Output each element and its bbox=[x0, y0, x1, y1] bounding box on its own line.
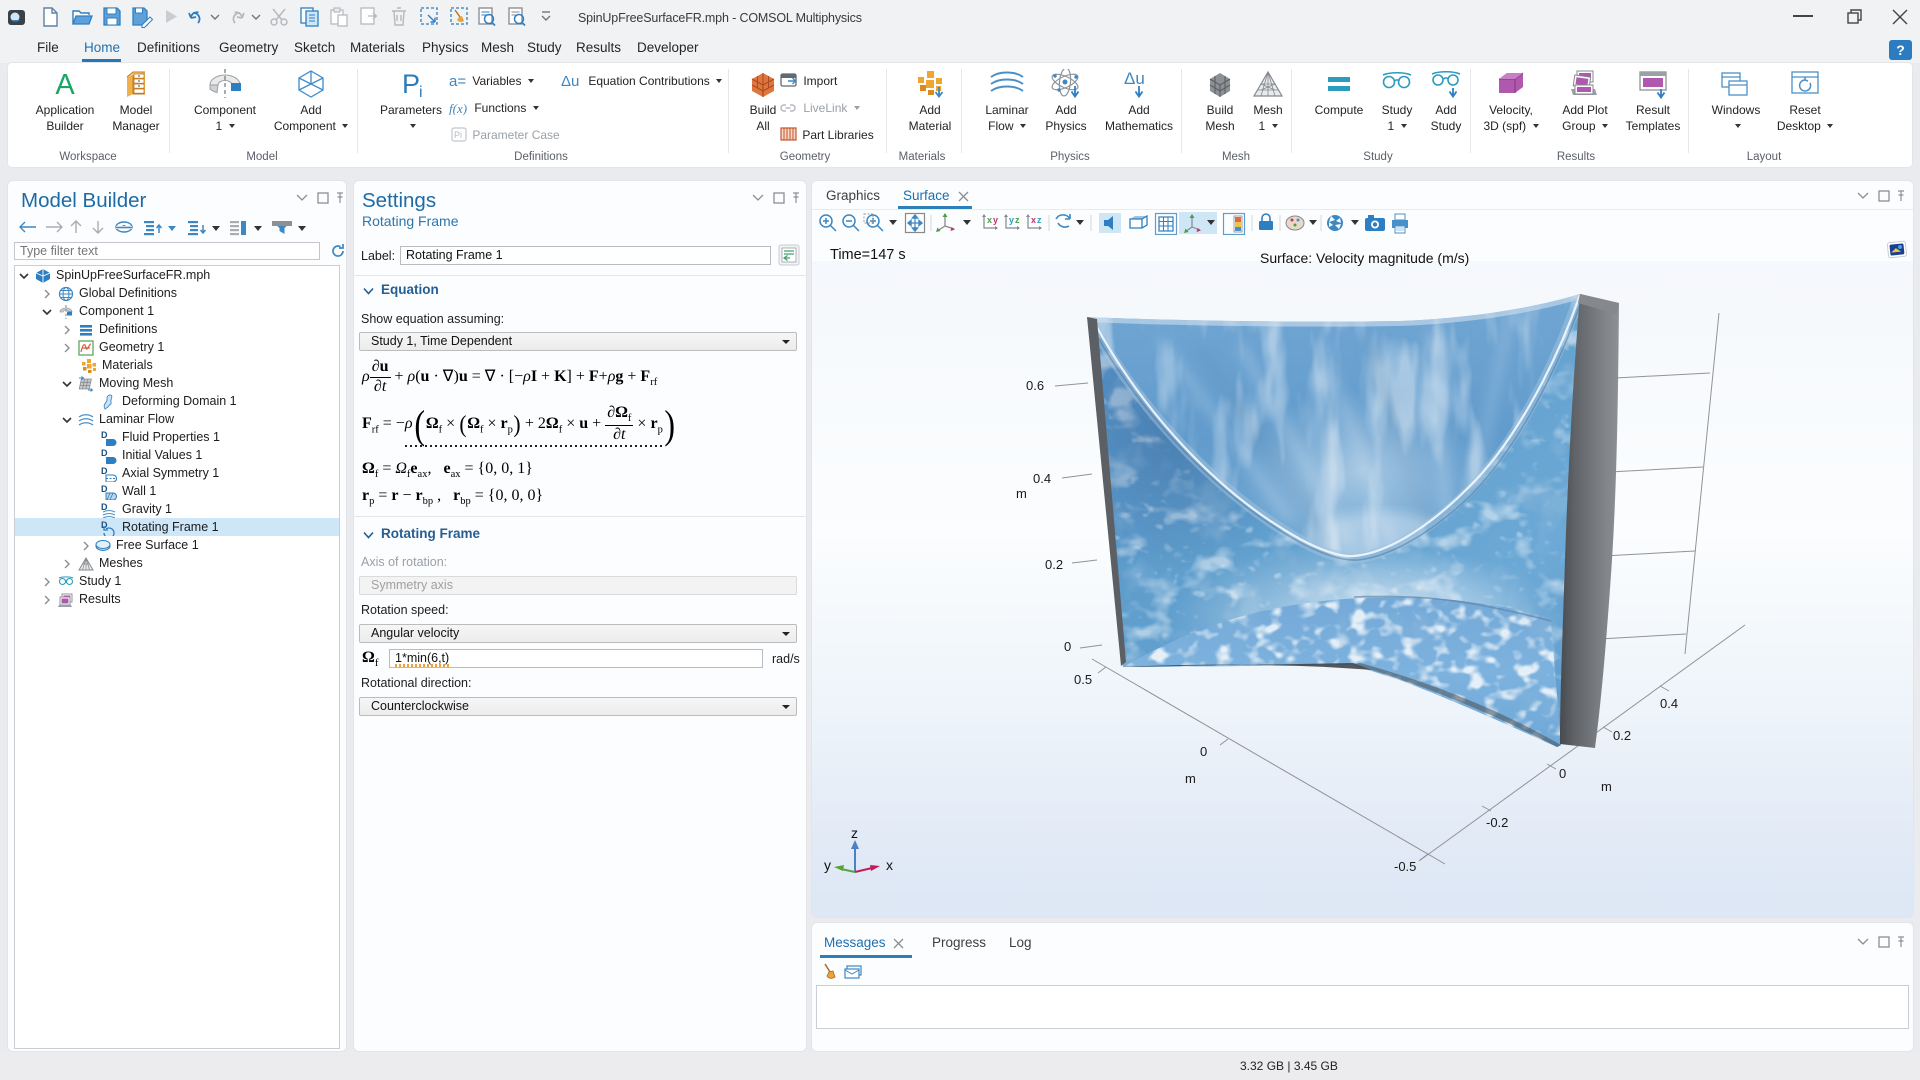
svg-text:0.6: 0.6 bbox=[1026, 378, 1044, 393]
svg-text:Pi: Pi bbox=[454, 130, 462, 140]
svg-text:A: A bbox=[55, 69, 75, 99]
svg-text:z: z bbox=[1015, 215, 1020, 225]
svg-text:0: 0 bbox=[1559, 766, 1566, 781]
svg-text:-0.2: -0.2 bbox=[1486, 815, 1508, 830]
svg-text:Δu: Δu bbox=[561, 73, 579, 88]
svg-text:D: D bbox=[101, 448, 108, 458]
svg-text:a=: a= bbox=[449, 74, 466, 88]
svg-text:y: y bbox=[824, 857, 831, 873]
svg-text:m: m bbox=[1185, 771, 1196, 786]
svg-text:0.5: 0.5 bbox=[1074, 672, 1092, 687]
svg-text:z: z bbox=[1037, 215, 1042, 225]
svg-text:x: x bbox=[1031, 215, 1036, 225]
svg-text:f(x): f(x) bbox=[449, 101, 467, 115]
svg-text:D: D bbox=[101, 430, 108, 440]
svg-text:z: z bbox=[851, 825, 858, 841]
svg-text:i: i bbox=[419, 84, 423, 99]
svg-text:0: 0 bbox=[1200, 744, 1207, 759]
svg-text:0.2: 0.2 bbox=[1613, 728, 1631, 743]
svg-text:0.4: 0.4 bbox=[1660, 696, 1678, 711]
svg-text:P: P bbox=[402, 69, 420, 99]
svg-text:Δu: Δu bbox=[1124, 69, 1145, 88]
svg-text:m: m bbox=[1016, 486, 1027, 501]
svg-text:y: y bbox=[993, 215, 998, 225]
svg-text:x: x bbox=[886, 857, 893, 873]
svg-text:0.2: 0.2 bbox=[1045, 557, 1063, 572]
svg-text:-0.5: -0.5 bbox=[1394, 859, 1416, 874]
svg-text:0.4: 0.4 bbox=[1033, 471, 1051, 486]
svg-text:x: x bbox=[987, 215, 992, 225]
svg-text:m: m bbox=[1601, 779, 1612, 794]
svg-text:0: 0 bbox=[1064, 639, 1071, 654]
svg-text:y: y bbox=[1009, 215, 1014, 225]
